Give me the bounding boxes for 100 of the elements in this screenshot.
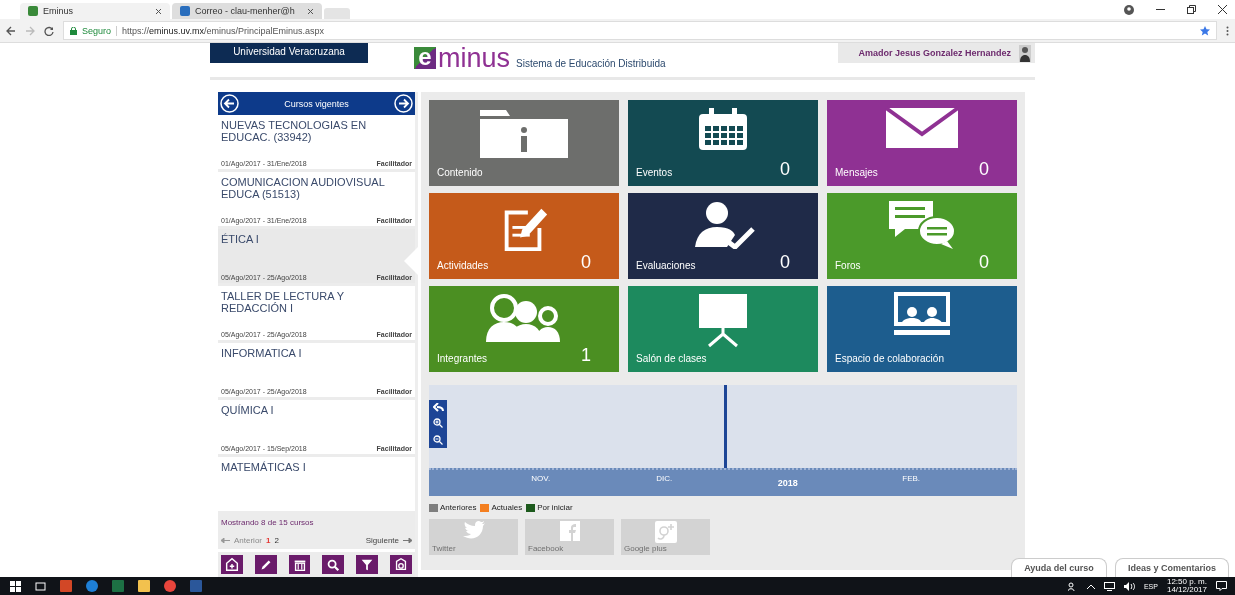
page-link[interactable]: 2: [274, 536, 279, 546]
network-icon[interactable]: [1103, 581, 1115, 591]
tile-count: 0: [780, 253, 790, 271]
axis-label: NOV.: [531, 474, 551, 483]
course-name: INFORMATICA I: [221, 347, 303, 362]
tile-label: Contenido: [437, 167, 483, 178]
tile-label: Espacio de colaboración: [835, 353, 944, 364]
tile-label: Mensajes: [835, 167, 878, 178]
module-tile[interactable]: Evaluaciones 0: [628, 193, 818, 279]
tile-label: Foros: [835, 260, 861, 271]
tile-label: Salón de clases: [636, 353, 707, 364]
module-tile[interactable]: Contenido: [429, 100, 619, 186]
tile-count: 0: [581, 253, 591, 271]
axis-label: FEB.: [902, 474, 921, 483]
module-tile[interactable]: Foros 0: [827, 193, 1017, 279]
logo-mark: e: [414, 47, 436, 69]
next-link[interactable]: Siguiente: [365, 536, 399, 546]
social-tile[interactable]: Google plus: [621, 519, 710, 555]
course-name: ÉTICA I: [221, 233, 260, 248]
lock-icon: [70, 26, 77, 35]
social-tile[interactable]: Facebook: [525, 519, 614, 555]
course-name: QUÍMICA I: [221, 404, 275, 419]
windows-start-icon[interactable]: [10, 580, 21, 592]
module-tile[interactable]: Salón de clases: [628, 286, 818, 372]
courses-count: Mostrando 8 de 15 cursos: [221, 518, 315, 528]
course-name: NUEVAS TECNOLOGIAS EN EDUCAC. (33942): [221, 119, 368, 146]
tile-label: Actividades: [437, 260, 489, 271]
speech-bubbles-icon: [887, 199, 957, 251]
user-name[interactable]: Amador Jesus Gonzalez Hernandez: [838, 43, 1035, 63]
security-label: Seguro: [82, 25, 112, 36]
pencil-button[interactable]: [254, 555, 277, 575]
restore-icon[interactable]: [1187, 5, 1196, 14]
clock-time: 12:50 p. m.: [1166, 577, 1207, 586]
close-icon[interactable]: [307, 7, 314, 15]
tile-count: 0: [979, 160, 989, 178]
social-label: Google plus: [624, 544, 667, 553]
course-name: MATEMÁTICAS I: [221, 461, 307, 476]
people-icon[interactable]: [1067, 581, 1078, 591]
left-arrow-icon: [221, 538, 230, 544]
course-name: TALLER DE LECTURA Y REDACCIÓN I: [221, 290, 345, 317]
course-name: COMUNICACION AUDIOVISUAL EDUCA (51513): [221, 176, 386, 203]
module-tile[interactable]: Eventos 0: [628, 100, 818, 186]
course-add-icon: [223, 556, 240, 573]
tile-label: Integrantes: [437, 353, 488, 364]
logo-text: minus: [438, 47, 511, 69]
module-tile[interactable]: Mensajes 0: [827, 100, 1017, 186]
profile-icon[interactable]: [1124, 4, 1134, 15]
reload-icon[interactable]: [44, 25, 54, 36]
clock-date: 14/12/2017: [1166, 586, 1207, 595]
zoom-in-icon[interactable]: [433, 418, 443, 429]
back-icon[interactable]: [6, 25, 16, 36]
task-view-icon[interactable]: [35, 581, 46, 591]
close-icon[interactable]: [1218, 5, 1227, 14]
tile-label: Evaluaciones: [636, 260, 696, 271]
tile-label: Eventos: [636, 167, 673, 178]
url-text: https://eminus.uv.mx/eminus/PrincipalEminus.aspx: [116, 25, 324, 36]
module-tile[interactable]: Espacio de colaboración: [827, 286, 1017, 372]
social-label: Twitter: [432, 544, 456, 553]
axis-label: 2018: [777, 478, 798, 488]
module-tile[interactable]: Actividades 0: [429, 193, 619, 279]
facebook-icon: [559, 521, 580, 541]
axis-label: DIC.: [656, 474, 673, 483]
filter-button[interactable]: [356, 555, 379, 575]
page-link[interactable]: 1: [266, 536, 271, 546]
taskbar-clock[interactable]: 12:50 p. m. 14/12/2017: [1166, 577, 1207, 595]
envelope-icon: [884, 106, 960, 150]
module-tile[interactable]: Integrantes 1: [429, 286, 619, 372]
course-add-button[interactable]: [221, 555, 243, 575]
current-date-marker[interactable]: [724, 385, 727, 468]
browser-tab[interactable]: Eminus: [20, 3, 170, 19]
social-label: Facebook: [528, 544, 564, 553]
avatar-icon: [1019, 44, 1031, 62]
zoom-out-icon[interactable]: [433, 434, 443, 445]
trash-button[interactable]: [288, 555, 311, 575]
chevron-up-icon[interactable]: [1086, 583, 1095, 589]
social-tile[interactable]: Twitter: [429, 519, 518, 555]
legend-label: Anteriores: [440, 503, 477, 512]
course-settings-button[interactable]: [390, 555, 412, 575]
browser-tab[interactable]: Correo - clau-menher@h: [172, 3, 322, 19]
right-arrow-icon: [403, 538, 412, 544]
close-icon[interactable]: [155, 7, 162, 15]
university-banner[interactable]: Universidad Veracruzana: [210, 43, 368, 63]
notifications-icon[interactable]: [1216, 581, 1227, 591]
legend-label: Actuales: [491, 503, 523, 512]
tile-count: 1: [581, 346, 591, 364]
google-plus-icon: [654, 521, 677, 543]
footer-tab[interactable]: Ideas y Comentarios: [1114, 558, 1229, 577]
tile-count: 0: [979, 253, 989, 271]
address-bar[interactable]: Seguro https://eminus.uv.mx/eminus/PrincipalEminus.aspx: [63, 21, 1217, 40]
minimize-icon[interactable]: [1156, 8, 1165, 11]
courses-title: Cursos vigentes: [284, 98, 349, 109]
legend-label: Por iniciar: [537, 503, 573, 512]
search-button[interactable]: [322, 555, 345, 575]
tile-count: 0: [780, 160, 790, 178]
bird-icon: [461, 521, 486, 539]
footer-tab[interactable]: Ayuda del curso: [1010, 558, 1107, 577]
menu-icon[interactable]: [1226, 25, 1229, 36]
tagline: Sistema de Educación Distribuida: [516, 58, 666, 69]
star-icon[interactable]: [1200, 25, 1210, 36]
speaker-icon[interactable]: [1123, 581, 1135, 591]
